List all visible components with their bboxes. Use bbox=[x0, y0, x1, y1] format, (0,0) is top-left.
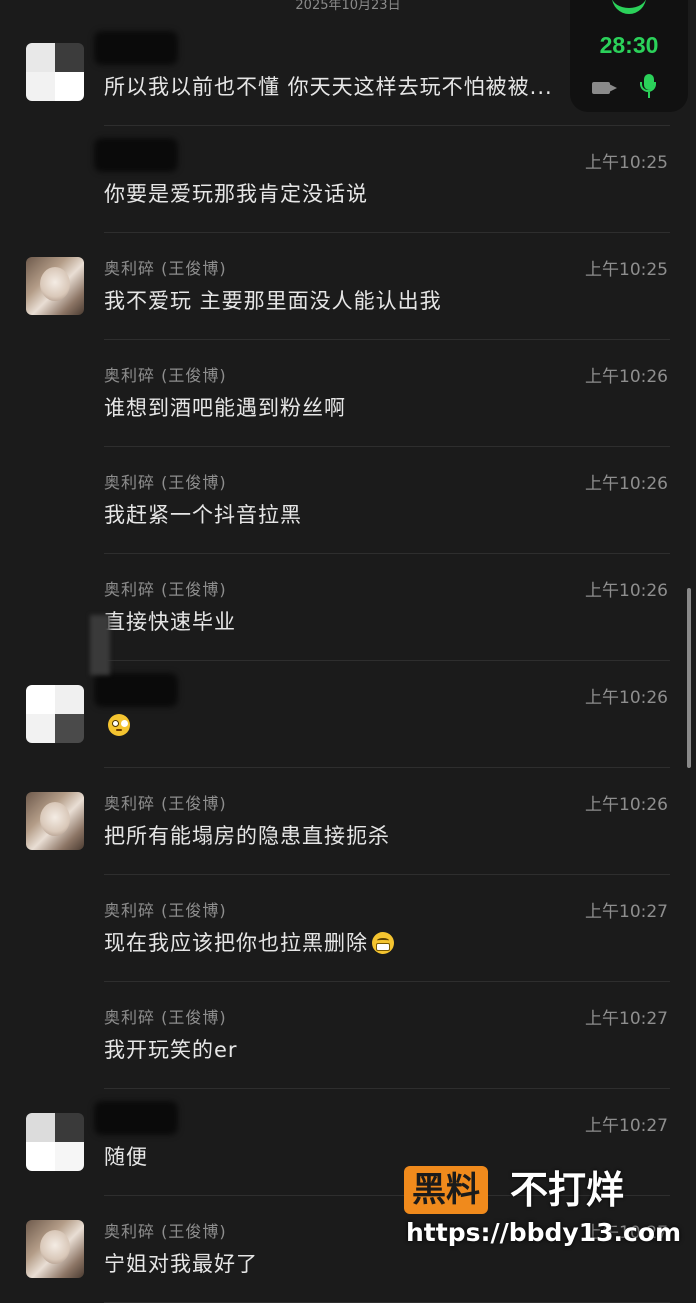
message-text-content: 把所有能塌房的隐患直接扼杀 bbox=[104, 824, 390, 848]
message-text[interactable]: 所以我以前也不懂 你天天这样去玩不怕被被... bbox=[104, 71, 553, 101]
redacted-sender-name bbox=[94, 1101, 178, 1135]
watermark-url: https://bbdy13.com bbox=[406, 1218, 682, 1247]
message-text-content: 谁想到酒吧能遇到粉丝啊 bbox=[104, 396, 346, 420]
message-text[interactable]: 现在我应该把你也拉黑删除 bbox=[104, 927, 394, 957]
redacted-avatar[interactable] bbox=[26, 43, 84, 101]
redacted-sender-name bbox=[94, 138, 178, 172]
call-timer: 28:30 bbox=[599, 32, 659, 58]
redacted-sender-name bbox=[94, 31, 178, 65]
message-time: 上午10:25 bbox=[585, 153, 668, 173]
message-text[interactable]: 你要是爱玩那我肯定没话说 bbox=[104, 178, 368, 208]
message-time: 上午10:26 bbox=[585, 795, 668, 815]
redacted-avatar[interactable] bbox=[26, 1113, 84, 1171]
message-text[interactable]: 把所有能塌房的隐患直接扼杀 bbox=[104, 820, 390, 850]
call-floating-widget[interactable]: 28:30 bbox=[570, 0, 688, 112]
phone-icon[interactable] bbox=[612, 0, 646, 14]
message-text-content: 现在我应该把你也拉黑删除 bbox=[104, 931, 368, 955]
chat-message[interactable]: 奥利碎 (王俊博) 上午10:27 现在我应该把你也拉黑删除 bbox=[0, 875, 696, 982]
sender-name: 奥利碎 (王俊博) bbox=[104, 1222, 227, 1241]
message-text[interactable]: 我不爱玩 主要那里面没人能认出我 bbox=[104, 285, 442, 315]
redaction-strip bbox=[90, 615, 110, 675]
sender-name: 奥利碎 (王俊博) bbox=[104, 1008, 227, 1027]
flushed-face-icon bbox=[108, 714, 130, 736]
message-text[interactable]: 我赶紧一个抖音拉黑 bbox=[104, 499, 302, 529]
message-text-content: 随便 bbox=[104, 1145, 148, 1169]
message-text[interactable]: 谁想到酒吧能遇到粉丝啊 bbox=[104, 392, 346, 422]
message-text-content: 我不爱玩 主要那里面没人能认出我 bbox=[104, 289, 442, 313]
message-text[interactable] bbox=[104, 713, 130, 737]
sender-name: 奥利碎 (王俊博) bbox=[104, 473, 227, 492]
message-time: 上午10:26 bbox=[585, 367, 668, 387]
message-text[interactable]: 随便 bbox=[104, 1141, 148, 1171]
watermark-brand-box: 黑料 bbox=[404, 1166, 488, 1214]
message-time: 上午10:27 bbox=[585, 902, 668, 922]
chat-message[interactable]: 奥利碎 (王俊博) 上午10:26 把所有能塌房的隐患直接扼杀 bbox=[0, 768, 696, 875]
grinning-face-icon bbox=[372, 932, 394, 954]
message-text-content: 我开玩笑的er bbox=[104, 1038, 238, 1062]
video-camera-icon[interactable] bbox=[592, 82, 617, 94]
watermark-brand-tail: 不打烊 bbox=[510, 1168, 625, 1212]
sender-name: 奥利碎 (王俊博) bbox=[104, 259, 227, 278]
watermark: 黑料 不打烊 https://bbdy13.com bbox=[404, 1164, 681, 1274]
sender-name: 奥利碎 (王俊博) bbox=[104, 901, 227, 920]
chat-message[interactable]: 奥利碎 (王俊博) 上午10:25 我不爱玩 主要那里面没人能认出我 bbox=[0, 233, 696, 340]
message-text-content: 你要是爱玩那我肯定没话说 bbox=[104, 182, 368, 206]
message-text[interactable]: 直接快速毕业 bbox=[104, 606, 236, 636]
message-time: 上午10:26 bbox=[585, 474, 668, 494]
message-time: 上午10:25 bbox=[585, 260, 668, 280]
sender-avatar[interactable] bbox=[26, 257, 84, 315]
chat-message[interactable]: 上午10:26 bbox=[0, 661, 696, 768]
scrollbar[interactable] bbox=[687, 588, 691, 768]
chat-message[interactable]: 奥利碎 (王俊博) 上午10:27 我开玩笑的er bbox=[0, 982, 696, 1089]
message-time: 上午10:26 bbox=[585, 688, 668, 708]
message-text-content: 直接快速毕业 bbox=[104, 610, 236, 634]
message-text[interactable]: 宁姐对我最好了 bbox=[104, 1248, 258, 1278]
redacted-sender-name bbox=[94, 673, 178, 707]
message-text-content: 所以我以前也不懂 你天天这样去玩不怕被被... bbox=[104, 75, 553, 99]
chat-message[interactable]: 奥利碎 (王俊博) 上午10:26 我赶紧一个抖音拉黑 bbox=[0, 447, 696, 554]
sender-avatar[interactable] bbox=[26, 1220, 84, 1278]
message-text[interactable]: 我开玩笑的er bbox=[104, 1034, 238, 1064]
redacted-avatar[interactable] bbox=[26, 685, 84, 743]
chat-message[interactable]: 上午10:25 你要是爱玩那我肯定没话说 bbox=[0, 126, 696, 233]
message-time: 上午10:26 bbox=[585, 581, 668, 601]
message-time: 上午10:27 bbox=[585, 1009, 668, 1029]
message-time: 上午10:27 bbox=[585, 1116, 668, 1136]
message-text-content: 宁姐对我最好了 bbox=[104, 1252, 258, 1276]
sender-name: 奥利碎 (王俊博) bbox=[104, 366, 227, 385]
message-text-content: 我赶紧一个抖音拉黑 bbox=[104, 503, 302, 527]
sender-name: 奥利碎 (王俊博) bbox=[104, 794, 227, 813]
chat-message[interactable]: 奥利碎 (王俊博) 上午10:26 谁想到酒吧能遇到粉丝啊 bbox=[0, 340, 696, 447]
microphone-icon[interactable] bbox=[640, 74, 656, 98]
sender-avatar[interactable] bbox=[26, 792, 84, 850]
sender-name: 奥利碎 (王俊博) bbox=[104, 580, 227, 599]
